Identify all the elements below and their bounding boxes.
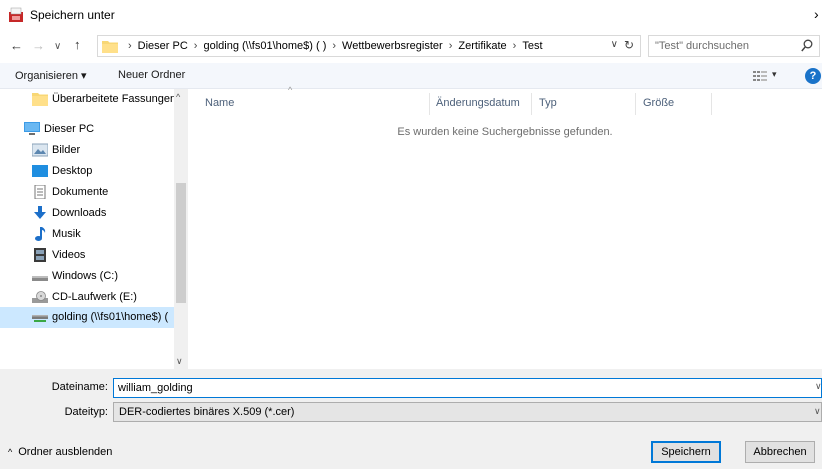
nav-item-label: Musik xyxy=(52,228,81,240)
nav-item-label: Dokumente xyxy=(52,186,109,198)
toolbar: Organisieren ▾ Neuer Ordner ▾ ? xyxy=(0,63,822,89)
network-drive-icon xyxy=(32,315,48,322)
nav-item-label: Downloads xyxy=(52,207,107,219)
hide-folders-label: Ordner ausblenden xyxy=(18,446,113,458)
nav-item-label: Desktop xyxy=(52,165,93,177)
drive-icon xyxy=(32,276,48,281)
pictures-icon xyxy=(32,143,48,157)
filetype-select[interactable]: DER-codiertes binäres X.509 (*.cer) ∨ xyxy=(113,402,822,422)
navigation-scrollbar-thumb[interactable] xyxy=(176,183,186,303)
organize-button[interactable]: Organisieren ▾ xyxy=(15,69,87,82)
file-list: Name ^ Änderungsdatum Typ Größe Es wurde… xyxy=(188,85,822,369)
save-button[interactable]: Speichern xyxy=(651,441,721,463)
nav-item-windows-c[interactable]: Windows (C:) xyxy=(0,266,174,287)
nav-item-label: Windows (C:) xyxy=(52,270,119,282)
breadcrumb-item-golding[interactable]: golding (\\fs01\home$) ( ) xyxy=(203,40,326,52)
back-arrow-icon[interactable]: ← xyxy=(10,38,23,53)
navigation-pane: Überarbeitete Fassungen r Dieser PC Bild… xyxy=(0,89,188,369)
search-icon[interactable] xyxy=(801,39,813,53)
column-divider[interactable] xyxy=(531,93,532,115)
breadcrumb: › Dieser PC › golding (\\fs01\home$) ( ) › We… xyxy=(122,40,543,52)
nav-item-label: Bilder xyxy=(52,144,81,156)
hide-folders-toggle[interactable]: ^ Ordner ausblenden xyxy=(8,446,112,458)
column-header-modified[interactable]: Änderungsdatum xyxy=(436,97,520,109)
nav-item-downloads[interactable]: Downloads xyxy=(0,203,174,224)
nav-item-golding-network[interactable]: golding (\\fs01\home$) ( xyxy=(0,307,174,328)
nav-item-label: Überarbeitete Fassungen r xyxy=(52,93,183,105)
breadcrumb-separator[interactable]: › xyxy=(188,40,204,52)
music-icon xyxy=(35,227,46,241)
filename-label: Dateiname: xyxy=(51,381,108,393)
filename-dropdown-icon[interactable]: ∨ xyxy=(815,381,822,392)
view-options-icon[interactable] xyxy=(753,71,767,81)
nav-item-videos[interactable]: Videos xyxy=(0,245,174,266)
breadcrumb-item-zertifikate[interactable]: Zertifikate xyxy=(458,40,506,52)
column-header-size[interactable]: Größe xyxy=(643,97,674,109)
help-icon[interactable]: ? xyxy=(805,68,821,84)
folder-icon xyxy=(102,41,118,53)
search-placeholder: "Test" durchsuchen xyxy=(655,40,750,52)
nav-item-dokumente[interactable]: Dokumente xyxy=(0,182,174,203)
view-dropdown-icon[interactable]: ▾ xyxy=(772,69,777,80)
nav-item-cd-laufwerk[interactable]: CD-Laufwerk (E:) xyxy=(0,287,174,308)
filetype-dropdown-icon[interactable]: ∨ xyxy=(814,406,821,417)
cd-drive-icon xyxy=(32,291,48,303)
nav-item-bilder[interactable]: Bilder xyxy=(0,140,174,161)
downloads-icon xyxy=(34,206,46,219)
recent-locations-chevron-icon[interactable]: ∨ xyxy=(54,41,61,52)
breadcrumb-item-wettbewerbsregister[interactable]: Wettbewerbsregister xyxy=(342,40,443,52)
sort-ascending-icon: ^ xyxy=(288,85,293,95)
column-divider[interactable] xyxy=(635,93,636,115)
nav-item-musik[interactable]: Musik xyxy=(0,224,174,245)
videos-icon xyxy=(34,248,46,262)
cancel-button[interactable]: Abbrechen xyxy=(745,441,815,463)
empty-results-message: Es wurden keine Suchergebnisse gefunden. xyxy=(397,126,613,138)
refresh-icon[interactable]: ↻ xyxy=(624,38,634,52)
nav-item-dieser-pc[interactable]: Dieser PC xyxy=(0,119,174,140)
scroll-up-icon[interactable]: ^ xyxy=(176,92,180,102)
documents-icon xyxy=(34,185,46,199)
scroll-down-icon[interactable]: ∨ xyxy=(176,356,183,367)
window-title: Speichern unter xyxy=(30,8,115,22)
filetype-selected-value: DER-codiertes binäres X.509 (*.cer) xyxy=(119,406,295,418)
title-bar xyxy=(0,0,822,30)
filetype-label: Dateityp: xyxy=(64,406,108,418)
breadcrumb-separator[interactable]: › xyxy=(443,40,459,52)
close-icon[interactable]: › xyxy=(814,6,819,22)
column-header-name[interactable]: Name xyxy=(205,97,234,109)
column-header-type[interactable]: Typ xyxy=(539,97,557,109)
nav-item-label: Dieser PC xyxy=(44,123,95,135)
nav-item-desktop[interactable]: Desktop xyxy=(0,161,174,182)
breadcrumb-separator: › xyxy=(128,40,132,52)
new-folder-button[interactable]: Neuer Ordner xyxy=(118,69,185,81)
breadcrumb-item-dieser-pc[interactable]: Dieser PC xyxy=(138,40,188,52)
breadcrumb-separator[interactable]: › xyxy=(326,40,342,52)
computer-icon xyxy=(24,122,40,135)
nav-item-label: golding (\\fs01\home$) ( xyxy=(52,311,169,323)
breadcrumb-separator[interactable]: › xyxy=(507,40,523,52)
save-dialog-icon xyxy=(9,7,23,22)
forward-arrow-icon[interactable]: → xyxy=(32,38,45,53)
folder-icon xyxy=(32,93,48,106)
nav-item-label: CD-Laufwerk (E:) xyxy=(52,291,137,303)
chevron-up-icon: ^ xyxy=(8,447,13,457)
desktop-icon xyxy=(32,165,48,177)
nav-item-ueberarbeitete-fassungen[interactable]: Überarbeitete Fassungen r xyxy=(0,89,183,110)
up-arrow-icon[interactable]: ↑ xyxy=(74,37,81,52)
filename-field[interactable] xyxy=(113,378,822,398)
address-bar[interactable]: › Dieser PC › golding (\\fs01\home$) ( ) › We… xyxy=(97,35,641,57)
address-dropdown-icon[interactable]: ∨ xyxy=(611,39,618,50)
nav-item-label: Videos xyxy=(52,249,86,261)
breadcrumb-item-test[interactable]: Test xyxy=(522,40,542,52)
column-divider[interactable] xyxy=(711,93,712,115)
column-divider[interactable] xyxy=(429,93,430,115)
search-input[interactable]: "Test" durchsuchen xyxy=(648,35,820,57)
